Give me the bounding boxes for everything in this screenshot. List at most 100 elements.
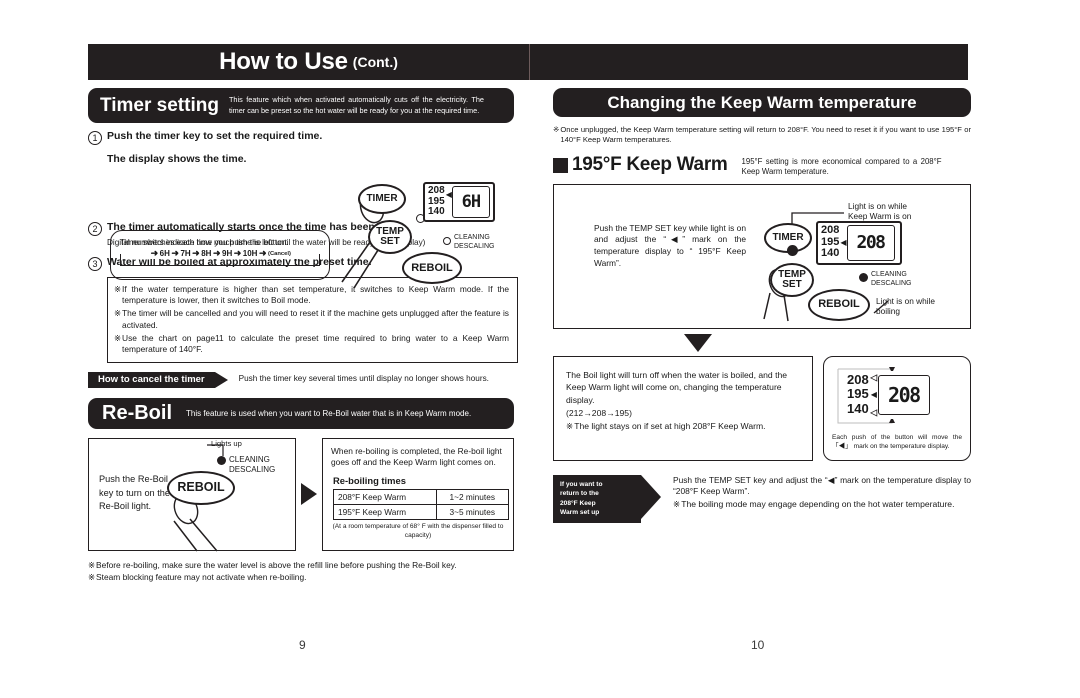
temp-set-label-line2: SET	[380, 236, 400, 247]
page-number-right: 10	[751, 638, 765, 652]
note-mark-icon: ※	[88, 559, 96, 570]
return-208-tag: If you want to return to the 208°F Keep …	[553, 474, 661, 523]
reboil-bottom-notes: ※ Before re-boiling, make sure the water…	[88, 560, 514, 584]
timer-notes-box: ※ If the water temperature is higher tha…	[107, 276, 518, 363]
reboil-button-right[interactable]: REBOIL	[808, 288, 870, 321]
reboil-row-1-mode: 195°F Keep Warm	[333, 504, 437, 521]
cleaning-text-right: CLEANING	[871, 270, 907, 278]
cancel-timer-tag-text: Push the timer key several times until d…	[238, 374, 489, 384]
lcd-screen-left: 6H	[451, 186, 490, 218]
return-208-line2: The boiling mode may engage depending on…	[681, 499, 955, 510]
reboil-left-box: Push the Re-Boil key to turn on the Re-B…	[88, 437, 296, 552]
keep-warm-note: ※ Once unplugged, the Keep Warm temperat…	[553, 125, 971, 146]
temp-mark-caption: Each push of the button will move the 「◀…	[832, 433, 962, 450]
reboil-button-left[interactable]: REBOIL	[402, 252, 462, 284]
lcd-temp-140-r: 140	[821, 247, 840, 260]
reboil-footnote: (At a room temperature of 68° F with the…	[332, 523, 504, 539]
boil-light-info-box: The Boil light will turn off when the wa…	[553, 355, 813, 461]
lcd-display-lower: 208 195 140 ◀ ◀ ◀ 208	[844, 370, 944, 419]
reboil-button-illustration-label: REBOIL	[177, 480, 225, 495]
chain-value-0: 6H	[159, 249, 170, 258]
cancel-timer-tag-label: How to cancel the timer	[98, 373, 205, 385]
section-bullet-square-icon	[553, 157, 568, 173]
lcd-value-right: 208	[856, 232, 887, 254]
timer-switch-box: Timer switches each time you push the bu…	[110, 230, 330, 280]
cleaning-descaling-lamp-left	[443, 237, 451, 245]
temp-set-button-left[interactable]: TEMP SET	[368, 220, 412, 254]
section-195-subtitle: 195°F setting is more economical compare…	[741, 156, 942, 177]
left-page: Timer setting This feature which when ac…	[88, 88, 518, 584]
boil-light-note: ※ The light stays on if set at high 208°…	[566, 420, 800, 433]
bottom-note-text-0: Before re-boiling, make sure the water l…	[96, 559, 457, 570]
cleaning-descaling-lamp-filled	[217, 455, 226, 465]
timer-note-text-1: The timer will be cancelled and you will…	[122, 308, 509, 330]
timer-setting-banner: Timer setting This feature which when ac…	[88, 88, 514, 123]
reboil-illustration-row: Push the Re-Boil key to turn on the Re-B…	[88, 437, 518, 552]
timer-button-left[interactable]: TIMER	[358, 184, 406, 214]
temp-set-button-right[interactable]: TEMP SET	[770, 262, 814, 297]
chain-arrow-icon-2: ➜	[192, 248, 200, 258]
keep-warm-note-text: Once unplugged, the Keep Warm temperatur…	[560, 125, 971, 145]
lcd-pointer-outline-icon-208: ◀	[870, 372, 877, 382]
reboil-banner-description: This feature is used when you want to Re…	[186, 408, 472, 418]
timer-setting-title: Timer setting	[100, 94, 219, 116]
bottom-note-item: ※ Before re-boiling, make sure the water…	[88, 560, 514, 571]
lcd-value-left: 6H	[461, 192, 482, 212]
chain-value-4: 10H	[242, 249, 258, 258]
descaling-label-left: DESCALING	[454, 243, 494, 251]
triangle-down-icon	[684, 333, 712, 352]
note-mark-icon: ※	[566, 421, 574, 432]
lcd-pointer-icon-left: ◀	[445, 189, 452, 199]
lcd-display-left: 208 195 140 ◀ 6H	[423, 182, 495, 222]
keep-warm-panel-box: Push the TEMP SET key while light is on …	[553, 183, 971, 329]
lcd-temp-scale-left: 208 195 140	[428, 185, 445, 218]
chain-cancel-label: (Cancel)	[268, 250, 291, 257]
reboil-right-text: When re-boiling is completed, the Re-boi…	[331, 445, 502, 468]
step-2-number: 2	[88, 222, 102, 236]
chain-arrow-icon-1: ➜	[171, 248, 179, 258]
lcd-temp-140: 140	[428, 206, 445, 218]
right-page: Changing the Keep Warm temperature ※ Onc…	[553, 88, 973, 523]
section-195-title: 195°F Keep Warm	[572, 153, 728, 175]
boil-light-line2: (212→208→195)	[566, 408, 632, 419]
return-208-copy: Push the TEMP SET key and adjust the “◀”…	[673, 475, 971, 523]
cleaning-label-right: CLEANING	[871, 271, 907, 279]
cancel-timer-tag-row: How to cancel the timer Push the timer k…	[88, 371, 518, 388]
chain-arrow-icon-0: ➜	[150, 248, 159, 258]
lcd-display-right: 208 195 140 ◀ 208	[816, 220, 902, 265]
note-mark-icon: ※	[114, 283, 122, 294]
return-208-note: ※ The boiling mode may engage depending …	[673, 498, 971, 510]
lcd-temp-208-r: 208	[821, 223, 840, 236]
chain-value-1: 7H	[180, 249, 191, 258]
header-band: How to Use (Cont.)	[88, 44, 968, 80]
note-mark-icon: ※	[553, 125, 560, 134]
note-mark-icon: ※	[673, 499, 681, 510]
chain-arrow-icon-4: ➜	[233, 248, 242, 258]
keep-warm-lower-row: The Boil light will turn off when the wa…	[553, 355, 973, 461]
reboil-button-label-right: REBOIL	[818, 298, 860, 311]
step-3-number: 3	[88, 256, 102, 271]
return-208-line1: Push the TEMP SET key and adjust the “◀”…	[673, 474, 971, 497]
timer-note-item: ※ The timer will be cancelled and you wi…	[114, 308, 509, 331]
reboil-row-0-mode: 208°F Keep Warm	[333, 489, 437, 506]
reboil-banner-title: Re-Boil	[102, 401, 172, 424]
reboil-button-illustration[interactable]: REBOIL	[167, 470, 235, 505]
lights-up-label: Lights up	[211, 438, 242, 448]
reboil-banner: Re-Boil This feature is used when you wa…	[88, 397, 514, 429]
chain-value-3: 9H	[222, 249, 233, 258]
timer-note-item: ※ Use the chart on page11 to calculate t…	[114, 333, 509, 356]
page-title: How to Use	[219, 48, 348, 75]
descaling-text-right: DESCALING	[871, 279, 912, 287]
chain-value-2: 8H	[201, 249, 212, 258]
lcd-screen-lower: 208	[877, 374, 930, 415]
lcd-temp-195-l: 195	[847, 386, 869, 402]
chain-arrow-icon-5: ➜	[258, 248, 267, 258]
note-mark-icon: ※	[114, 308, 122, 319]
flow-arrow-right	[296, 438, 322, 551]
step-1-number: 1	[88, 131, 102, 145]
lcd-pointer-stack: ◀ ◀ ◀	[870, 372, 877, 417]
step-1-text: Push the timer key to set the required t…	[107, 130, 323, 142]
callout-boiling: Light is on while boiling	[876, 295, 936, 317]
step-1-row: 1 Push the timer key to set the required…	[88, 130, 518, 145]
return-208-row: If you want to return to the 208°F Keep …	[553, 474, 973, 523]
